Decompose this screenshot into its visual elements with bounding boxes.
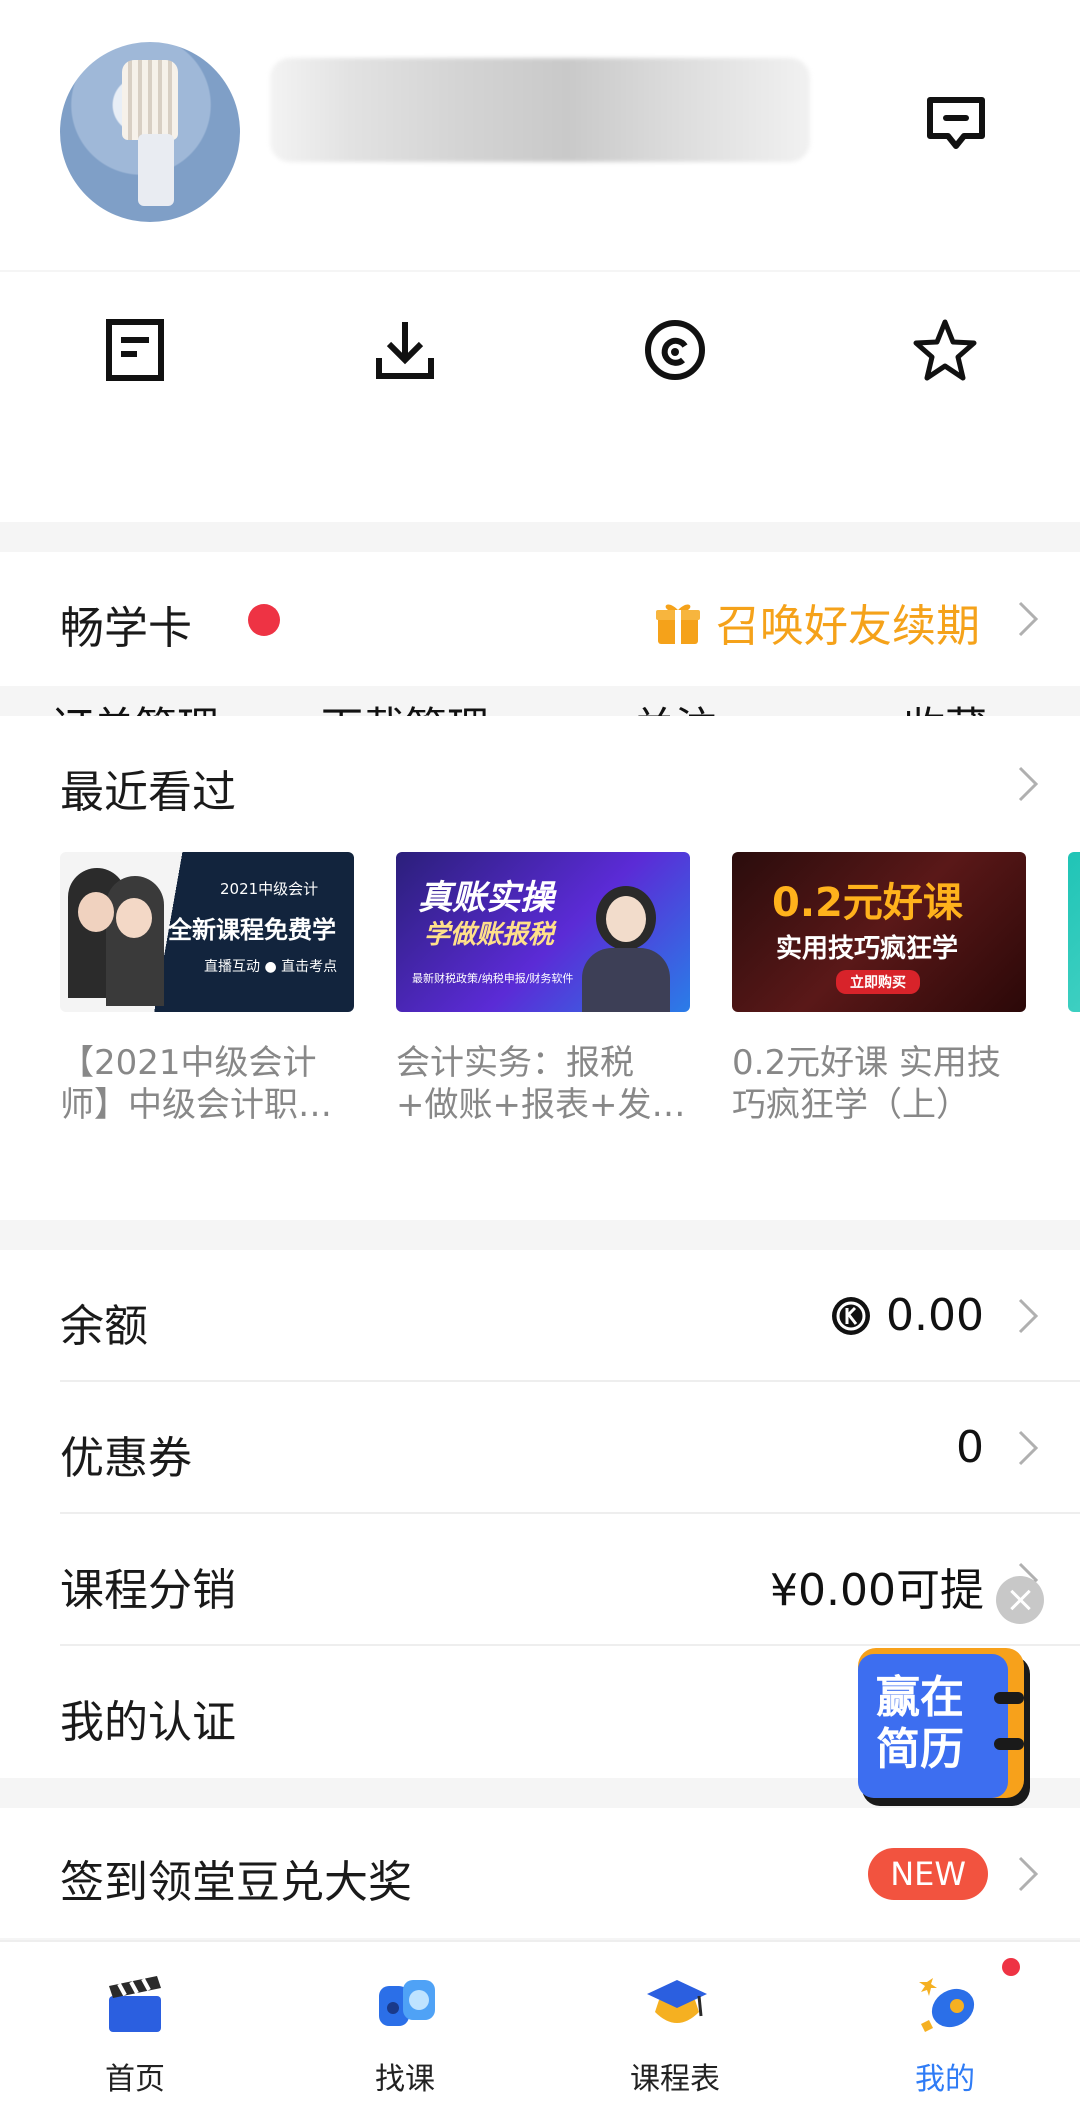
thumb-title: 2021中级会计 [220, 880, 319, 898]
username-blurred [270, 58, 810, 162]
thumb-main: 学做账报税 [424, 920, 555, 950]
tab-home-label: 首页 [105, 2062, 165, 2097]
distribution-row[interactable]: 课程分销 ¥0.00可提 [0, 1514, 1080, 1646]
chevron-right-icon [1018, 1856, 1039, 1892]
follow-button[interactable]: 关注 [540, 272, 810, 752]
tab-mine-label: 我的 [915, 2062, 975, 2097]
quick-actions: 订单管理 下载管理 关注 收藏 [0, 272, 1080, 752]
close-icon[interactable] [996, 1576, 1044, 1624]
chevron-right-icon [1018, 1298, 1039, 1334]
course-caption: 0.2元好课 实用技巧疯狂学（上） [732, 1043, 1001, 1125]
tab-schedule-label: 课程表 [630, 2062, 720, 2097]
thumb-sub: 立即购买 [836, 970, 920, 994]
tab-mine[interactable]: 我的 [810, 1942, 1080, 2112]
course-thumbnail: 真账实操 学做账报税 最新财税政策/纳税申报/财务软件 [396, 852, 690, 1012]
study-card-title: 畅学卡 [60, 603, 192, 654]
thumb-main: 实用技巧疯狂学 [776, 934, 959, 964]
coin-icon [832, 1296, 871, 1335]
binoculars-icon [379, 1980, 435, 2026]
resume-ad-line1: 赢在 [876, 1672, 964, 1723]
certification-label: 我的认证 [60, 1697, 236, 1748]
coupon-value: 0 [956, 1422, 984, 1473]
tab-schedule[interactable]: 课程表 [540, 1942, 810, 2112]
tab-find-course[interactable]: 找课 [270, 1942, 540, 2112]
clapperboard-icon [109, 1976, 161, 2032]
chevron-right-icon[interactable] [1016, 764, 1040, 804]
distribution-label: 课程分销 [60, 1565, 236, 1616]
course-thumbnail: 2021中级会计 全新课程免费学 直播互动 ● 直击考点 [60, 852, 354, 1012]
course-caption: 【2021中级会计师】中级会计职… [60, 1043, 332, 1125]
thumb-sub: 直播互动 ● 直击考点 [204, 959, 338, 975]
thumb-title: 0.2元好课 [772, 880, 963, 926]
order-management-button[interactable]: 订单管理 [0, 272, 270, 752]
gift-icon [656, 604, 700, 644]
avatar-figure [122, 60, 178, 140]
coupon-row[interactable]: 优惠券 0 [0, 1382, 1080, 1514]
tab-home[interactable]: 首页 [0, 1942, 270, 2112]
avatar[interactable] [60, 42, 240, 222]
course-thumbnail: 0.2元好课 实用技巧疯狂学 立即购买 [732, 852, 1026, 1012]
recently-viewed-section: 最近看过 2021中级会计 全新课程免费学 直播互动 ● 直击考点 【2021中… [0, 716, 1080, 1220]
tab-find-course-label: 找课 [375, 2062, 435, 2097]
graduation-cap-icon [647, 1980, 707, 2023]
thumb-title: 真账实操 [418, 878, 554, 918]
balance-value: 0.00 [830, 1290, 984, 1341]
order-icon [106, 319, 164, 381]
message-icon[interactable] [924, 92, 988, 156]
course-caption: 会计实务：报税+做账+报表+发… [396, 1043, 686, 1125]
tab-mine-dot [1002, 1958, 1020, 1976]
download-management-button[interactable]: 下载管理 [270, 272, 540, 752]
balance-label: 余额 [60, 1301, 148, 1352]
rocket-icon [919, 1978, 975, 2032]
follow-icon [645, 320, 705, 380]
new-badge: NEW [868, 1848, 988, 1900]
balance-row[interactable]: 余额 0.00 [0, 1250, 1080, 1382]
balance-amount: 0.00 [886, 1290, 984, 1341]
favorites-button[interactable]: 收藏 [810, 272, 1080, 752]
signin-reward-row[interactable]: 签到领堂豆兑大奖 NEW [0, 1808, 1080, 1938]
recent-course-item[interactable]: 0.2元好课 实用技巧疯狂学 立即购买 0.2元好课 实用技巧疯狂学（上） [732, 852, 1026, 1126]
chevron-right-icon [1018, 601, 1039, 637]
promo-link[interactable]: 召唤好友续期 [654, 590, 980, 654]
recent-course-item[interactable] [1068, 852, 1080, 1126]
bottom-tab-bar: 首页 找课 课程表 我的 [0, 1940, 1080, 2112]
download-icon [376, 322, 434, 379]
coupon-label: 优惠券 [60, 1433, 192, 1484]
notification-dot [248, 604, 280, 636]
chevron-right-icon [1018, 1430, 1039, 1466]
avatar-body [138, 134, 174, 206]
recent-course-item[interactable]: 真账实操 学做账报税 最新财税政策/纳税申报/财务软件 会计实务：报税+做账+报… [396, 852, 690, 1126]
recent-course-list: 2021中级会计 全新课程免费学 直播互动 ● 直击考点 【2021中级会计师】… [60, 852, 1080, 1126]
course-thumbnail [1068, 852, 1080, 1012]
recent-course-item[interactable]: 2021中级会计 全新课程免费学 直播互动 ● 直击考点 【2021中级会计师】… [60, 852, 354, 1126]
thumb-main: 全新课程免费学 [168, 916, 336, 944]
resume-ad-text: 赢在 简历 [876, 1672, 964, 1776]
signin-label: 签到领堂豆兑大奖 [60, 1857, 412, 1908]
study-card-row[interactable]: 畅学卡 召唤好友续期 [0, 552, 1080, 686]
resume-ad-line2: 简历 [876, 1724, 964, 1775]
resume-ad-button[interactable]: 赢在 简历 [856, 1642, 1042, 1812]
star-icon [913, 319, 977, 381]
recently-viewed-title: 最近看过 [60, 767, 236, 818]
profile-header [0, 0, 1080, 270]
promo-text: 召唤好友续期 [716, 601, 980, 652]
thumb-sub: 最新财税政策/纳税申报/财务软件 [412, 972, 574, 985]
distribution-value: ¥0.00可提 [770, 1565, 984, 1616]
